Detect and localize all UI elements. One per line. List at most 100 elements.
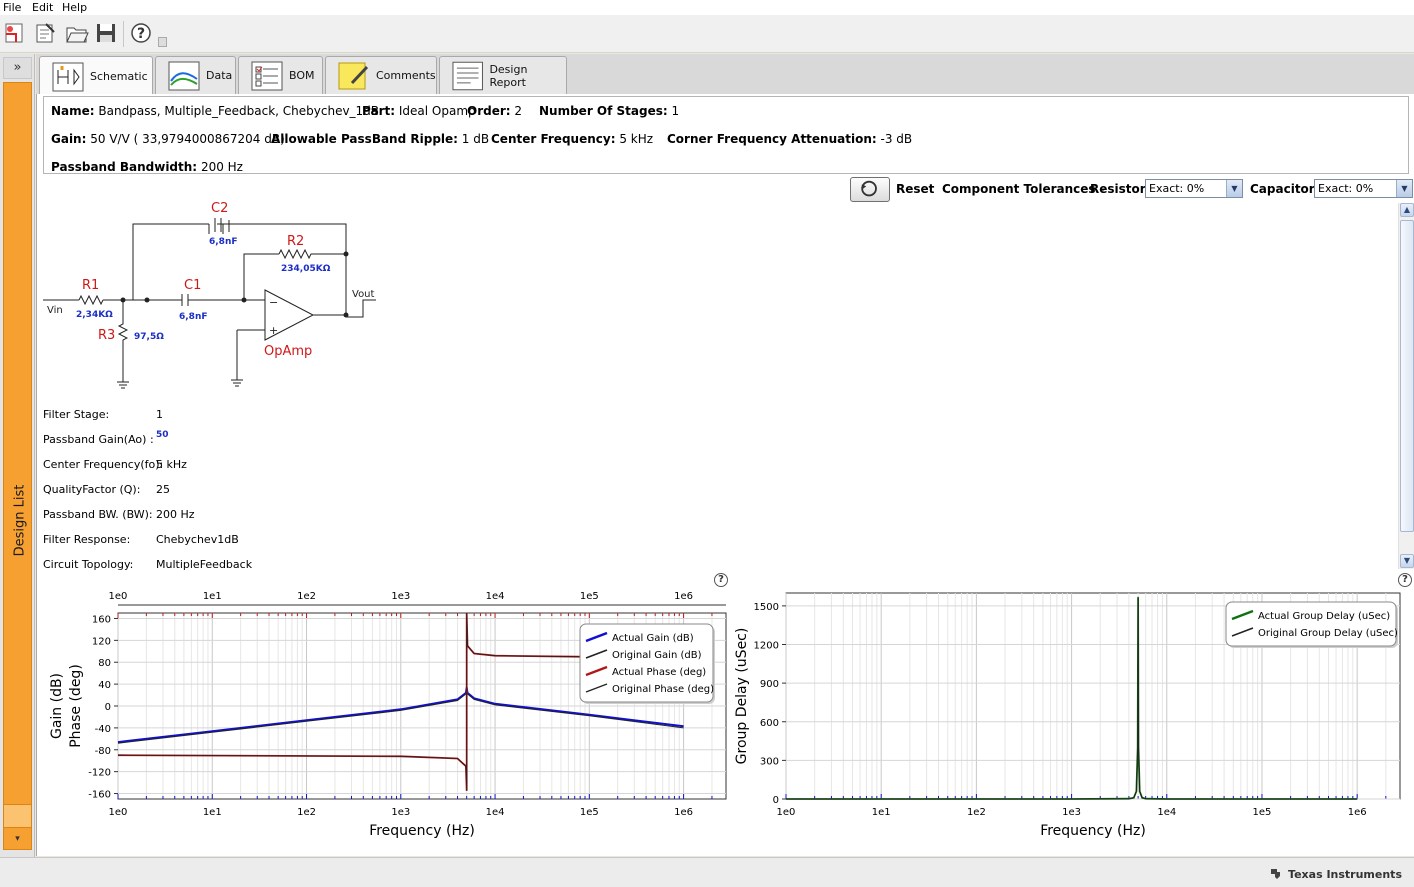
r1-label: R1 — [82, 278, 99, 293]
legend-entry: Original Phase (deg) — [612, 684, 714, 695]
resistors-label: Resistors — [1090, 182, 1153, 196]
x-tick-label-top: 1e4 — [486, 591, 505, 602]
c1-capacitor — [181, 294, 189, 306]
y-tick-label: 120 — [92, 636, 111, 647]
x-tick-label-top: 1e0 — [109, 591, 128, 602]
reset-label[interactable]: Reset — [896, 182, 934, 196]
toolbar-overflow-icon[interactable] — [158, 37, 167, 47]
x-tick-label: 1e3 — [1062, 807, 1081, 818]
open-folder-icon[interactable] — [64, 20, 90, 46]
schematic-scrollbar[interactable]: ▲ ▼ — [1398, 203, 1414, 569]
x-tick-label: 1e1 — [872, 807, 891, 818]
scroll-down-icon[interactable]: ▼ — [1400, 554, 1414, 568]
chevron-down-icon[interactable]: ▾ — [3, 834, 32, 852]
x-tick-label: 1e5 — [1253, 807, 1272, 818]
circuit-schematic: C2 6,8nF R2 234,05KΩ R1 2,34KΩ C1 6,8nF … — [43, 201, 376, 389]
y-tick-label: 160 — [92, 614, 111, 625]
info-name: Name: Bandpass, Multiple_Feedback, Cheby… — [51, 104, 380, 118]
chevron-down-icon[interactable]: ▼ — [1226, 180, 1242, 197]
stage-row-passband-bw: Passband BW. (BW): 200 Hz — [43, 508, 195, 521]
menu-edit[interactable]: Edit — [32, 0, 53, 15]
info-part: Part: Ideal Opamp — [362, 104, 476, 118]
opamp-minus: − — [269, 296, 278, 309]
sidebar-expand-button[interactable]: » — [3, 57, 32, 79]
y-tick-label: 900 — [760, 679, 779, 690]
help-icon[interactable]: ? — [128, 20, 154, 46]
info-stages: Number Of Stages: 1 — [539, 104, 680, 118]
design-info-box: Name: Bandpass, Multiple_Feedback, Cheby… — [43, 96, 1409, 174]
schematic-icon — [52, 62, 84, 91]
r1-resistor — [78, 294, 104, 306]
group-delay-chart: 1500 1200 900 600 300 01e0 1e1 1e2 1e3 1e4 1e5 1e6 F… — [734, 592, 1401, 839]
tab-design-report[interactable]: Design Report — [439, 56, 567, 94]
save-disk-icon[interactable] — [93, 20, 119, 46]
capacitors-label: Capacitors — [1250, 182, 1322, 196]
design-list-panel[interactable]: Design List — [3, 82, 32, 850]
schematic-panel: Name: Bandpass, Multiple_Feedback, Cheby… — [36, 94, 1414, 856]
r1-value: 2,34KΩ — [76, 310, 113, 320]
toolbar: ? — [0, 15, 1414, 53]
x-tick-label: 1e6 — [674, 807, 693, 818]
info-order: Order: 2 — [467, 104, 523, 118]
tab-label: Comments — [376, 69, 436, 82]
tab-bar: Schematic Data BOM Comments Design Repor… — [36, 54, 1414, 96]
y-tick-label: -40 — [95, 724, 111, 735]
info-corner-attenuation: Corner Frequency Attenuation: -3 dB — [667, 132, 913, 146]
gain-phase-chart: 160 120 80 40 0 -40 -80 -120 -160 1e0 1e0 1e1 1e1 1e2… — [49, 591, 727, 839]
sidebar-grip[interactable] — [3, 804, 32, 828]
x-tick-label-top: 1e1 — [203, 591, 222, 602]
design-list-sidebar: » Design List ▾ — [0, 54, 35, 860]
legend-entry: Actual Phase (deg) — [612, 667, 706, 678]
menu-bar: File Edit Help — [0, 0, 1414, 15]
svg-text:?: ? — [137, 26, 145, 42]
tab-data[interactable]: Data — [155, 56, 236, 94]
legend-box — [1225, 601, 1397, 647]
x-tick-label: 1e2 — [967, 807, 986, 818]
x-tick-label: 1e1 — [203, 807, 222, 818]
edit-design-icon[interactable] — [32, 20, 58, 46]
resistors-tolerance-value: Exact: 0% — [1149, 182, 1205, 195]
y-tick-label: -160 — [88, 790, 111, 801]
menu-help[interactable]: Help — [62, 0, 87, 15]
resistors-tolerance-select[interactable]: Exact: 0% ▼ — [1145, 179, 1243, 198]
brand-name: Texas Instruments — [1288, 868, 1402, 881]
new-design-icon[interactable] — [2, 20, 28, 46]
r2-resistor — [278, 248, 315, 260]
y-tick-label: 40 — [98, 680, 111, 691]
tab-bom[interactable]: BOM — [238, 56, 323, 94]
c1-label: C1 — [184, 278, 201, 293]
legend-entry: Actual Group Delay (uSec) — [1258, 611, 1390, 622]
r3-value: 97,5Ω — [134, 332, 164, 342]
menu-file[interactable]: File — [3, 0, 21, 15]
capacitors-tolerance-select[interactable]: Exact: 0% ▼ — [1314, 179, 1413, 198]
stage-row-quality-factor: QualityFactor (Q): 25 — [43, 483, 170, 496]
chevron-down-icon[interactable]: ▼ — [1396, 180, 1412, 197]
scroll-thumb[interactable] — [1400, 220, 1414, 532]
y-tick-label: 300 — [760, 756, 779, 767]
info-gain: Gain: 50 V/V ( 33,9794000867204 dB) — [51, 132, 285, 146]
r2-value: 234,05KΩ — [281, 264, 331, 274]
y-tick-label: 0 — [105, 702, 111, 713]
stage-row-center-frequency: Center Frequency(fo): 5 kHz — [43, 458, 187, 471]
tab-schematic[interactable]: Schematic — [39, 56, 153, 96]
x-tick-label-top: 1e2 — [297, 591, 316, 602]
tab-label: Design Report — [489, 62, 528, 89]
y-axis-label-2: Phase (deg) — [68, 664, 84, 748]
legend-entry: Original Gain (dB) — [612, 650, 702, 661]
reset-button[interactable] — [850, 177, 890, 202]
r3-resistor — [117, 300, 129, 382]
x-tick-label: 1e2 — [297, 807, 316, 818]
gain-chart-help-icon[interactable]: ? — [714, 573, 728, 587]
c1-value: 6,8nF — [179, 312, 208, 322]
reset-icon — [861, 180, 877, 197]
delay-chart-help-icon[interactable]: ? — [1398, 573, 1412, 587]
x-tick-label-top: 1e5 — [580, 591, 599, 602]
x-tick-label: 1e5 — [580, 807, 599, 818]
tab-comments[interactable]: Comments — [325, 56, 437, 94]
x-tick-label: 1e0 — [109, 807, 128, 818]
x-tick-label-top: 1e3 — [391, 591, 410, 602]
c2-label: C2 — [211, 201, 228, 216]
opamp-plus: + — [269, 324, 278, 337]
status-bar: Texas Instruments — [0, 857, 1414, 887]
scroll-up-icon[interactable]: ▲ — [1400, 203, 1414, 217]
